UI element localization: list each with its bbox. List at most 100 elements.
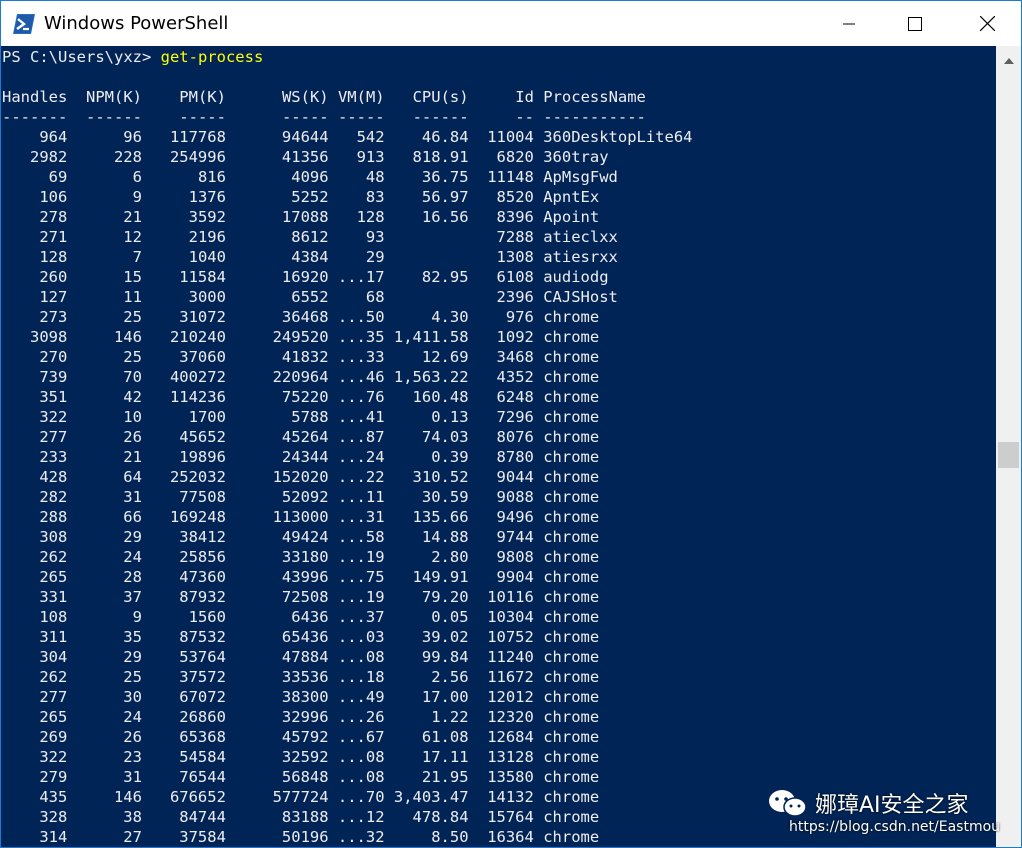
table-header: Handles NPM(K) PM(K) WS(K) VM(M) CPU(s) … [2,88,646,106]
cell-process-name: 360DesktopLite64 [543,128,693,146]
cell-ws: 56848 [281,768,329,786]
cell-handles: 304 [39,648,68,666]
vertical-scrollbar[interactable] [996,46,1021,847]
cell-cpu: 61.08 [421,728,469,746]
cell-ws: 36468 [281,308,329,326]
cell-npm: 9 [132,188,142,206]
cell-id: 1308 [496,248,534,266]
cell-ws: 32996 [281,708,329,726]
cell-handles: 262 [39,548,68,566]
cell-pm: 3000 [188,288,226,306]
cell-npm: 38 [123,808,142,826]
cell-vm: 68 [365,288,385,306]
cell-handles: 265 [39,568,68,586]
cell-process-name: chrome [543,548,600,566]
cell-pm: 26860 [179,708,226,726]
cell-cpu: 1,563.22 [393,368,469,386]
cell-vm: ...17 [337,268,385,286]
cell-vm: ...03 [337,628,385,646]
table-row: 271 12 2196 8612 93 7288 atieclxx [2,227,693,247]
table-row: 69 6 816 4096 48 36.75 11148 ApMsgFwd [2,167,693,187]
table-row: 265 28 47360 43996 ...75 149.91 9904 chrome [2,567,693,587]
console-output[interactable]: PS C:\Users\yxz> get-process Handles NPM… [1,46,996,847]
cell-ws: 41356 [281,148,329,166]
cell-npm: 21 [123,448,142,466]
cell-id: 9744 [496,528,534,546]
table-row: 127 11 3000 6552 68 2396 CAJSHost [2,287,693,307]
table-row: 304 29 53764 47884 ...08 99.84 11240 chrome [2,647,693,667]
cell-pm: 114236 [169,388,226,406]
cell-npm: 23 [123,748,142,766]
cell-handles: 322 [39,408,68,426]
cell-id: 4352 [496,368,534,386]
cell-pm: 77508 [179,488,226,506]
cell-handles: 271 [39,228,68,246]
cell-pm: 37584 [179,828,226,846]
cell-pm: 87532 [179,628,226,646]
cell-id: 11004 [487,128,534,146]
cell-ws: 4096 [291,168,329,186]
cell-process-name: chrome [543,488,600,506]
cell-id: 15764 [487,808,534,826]
table-row: 278 21 3592 17088 128 16.56 8396 Apoint [2,207,693,227]
table-row: 282 31 77508 52092 ...11 30.59 9088 chrome [2,487,693,507]
cell-cpu: 39.02 [421,628,469,646]
cell-id: 10304 [487,608,534,626]
cell-npm: 24 [123,708,142,726]
cell-ws: 220964 [272,368,329,386]
cell-cpu: 99.84 [421,648,469,666]
cell-handles: 314 [39,828,68,846]
cell-pm: 31072 [179,308,226,326]
cell-ws: 52092 [281,488,329,506]
cell-npm: 9 [132,608,142,626]
cell-cpu: 2.80 [431,548,469,566]
close-button[interactable] [964,1,1010,46]
cell-vm: ...19 [337,548,385,566]
cell-cpu: 0.39 [431,448,469,466]
cell-cpu: 82.95 [421,268,469,286]
cell-ws: 4384 [291,248,329,266]
table-row: 308 29 38412 49424 ...58 14.88 9744 chrome [2,527,693,547]
scroll-up-button[interactable] [1000,52,1017,69]
cell-pm: 676652 [169,788,226,806]
cell-process-name: chrome [543,368,600,386]
cell-process-name: Apoint [543,208,600,226]
minimize-button[interactable] [826,1,872,46]
cell-handles: 279 [39,768,68,786]
cell-id: 2396 [496,288,534,306]
watermark: 娜璋AI安全之家 [767,787,969,819]
cell-process-name: chrome [543,828,600,846]
cell-npm: 42 [123,388,142,406]
cell-npm: 35 [123,628,142,646]
cell-handles: 351 [39,388,68,406]
cell-ws: 17088 [281,208,329,226]
cell-process-name: chrome [543,528,600,546]
chevron-up-icon [1003,57,1014,64]
cell-cpu: 56.97 [421,188,469,206]
cell-handles: 277 [39,688,68,706]
scrollbar-thumb[interactable] [998,442,1019,468]
cell-ws: 83188 [281,808,329,826]
cell-vm: ...12 [337,808,385,826]
cell-cpu: 12.69 [421,348,469,366]
cell-id: 9904 [496,568,534,586]
title-bar[interactable]: Windows PowerShell [1,1,1021,46]
cell-id: 14132 [487,788,534,806]
cell-npm: 31 [123,768,142,786]
cell-id: 12684 [487,728,534,746]
cell-handles: 308 [39,528,68,546]
cell-id: 13580 [487,768,534,786]
table-row: 3098 146 210240 249520 ...35 1,411.58 1092 chr… [2,327,693,347]
maximize-button[interactable] [892,1,938,46]
cell-ws: 6552 [291,288,329,306]
cell-npm: 15 [123,268,142,286]
table-row: 262 24 25856 33180 ...19 2.80 9808 chrome [2,547,693,567]
cell-process-name: chrome [543,588,600,606]
cell-process-name: chrome [543,728,600,746]
cell-cpu: 135.66 [412,508,469,526]
cell-npm: 146 [113,788,142,806]
cell-ws: 24344 [281,448,329,466]
table-row: 351 42 114236 75220 ...76 160.48 6248 chrome [2,387,693,407]
cell-handles: 331 [39,588,68,606]
cell-process-name: 360tray [543,148,609,166]
